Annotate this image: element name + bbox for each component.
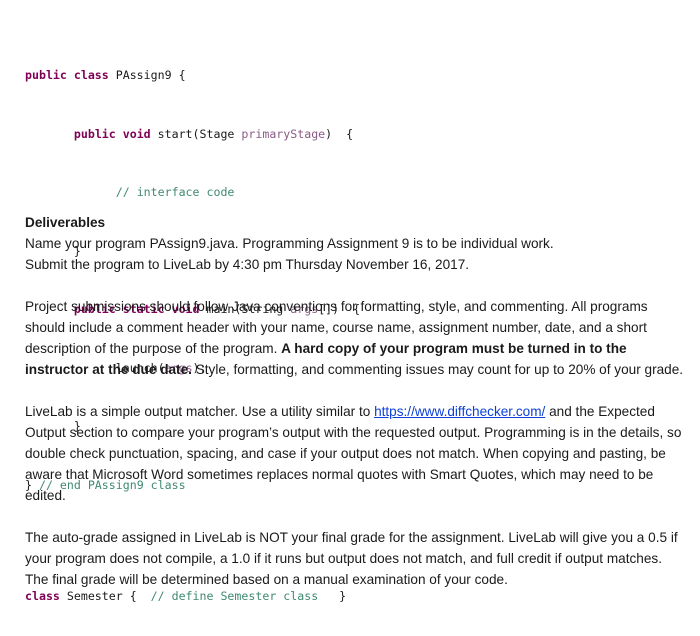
submissions-paragraph: Project submissions should follow Java c… [25, 296, 685, 380]
paragraph-text: The auto-grade assigned in LiveLab is NO… [25, 530, 678, 587]
code-text: PAssign9 { [108, 68, 186, 82]
paragraph-text: LiveLab is a simple output matcher. Use … [25, 404, 375, 419]
code-line: public class PAssign9 { [25, 66, 360, 86]
deliverables-section: Deliverables Name your program PAssign9.… [25, 212, 685, 275]
deliverables-line: Name your program PAssign9.java. Program… [25, 236, 554, 251]
code-keyword: public class [25, 68, 109, 82]
livelab-paragraph: LiveLab is a simple output matcher. Use … [25, 401, 685, 506]
deliverables-line: Submit the program to LiveLab by 4:30 pm… [25, 257, 470, 272]
diffchecker-link[interactable]: https://www.diffchecker.com/ [374, 404, 545, 419]
code-variable: primaryStage [241, 126, 326, 141]
code-text: ) { [325, 126, 354, 141]
document-body: Deliverables Name your program PAssign9.… [25, 212, 685, 611]
code-text: start(Stage [150, 126, 242, 141]
code-keyword: public void [73, 126, 151, 141]
code-line: public void start(Stage primaryStage) { [25, 125, 360, 145]
code-line: // interface code [25, 183, 360, 203]
code-comment: // interface code [115, 185, 235, 199]
section-heading: Deliverables [25, 215, 106, 230]
paragraph-text: Style, formatting, and commenting issues… [191, 362, 684, 377]
autograde-paragraph: The auto-grade assigned in LiveLab is NO… [25, 527, 685, 590]
